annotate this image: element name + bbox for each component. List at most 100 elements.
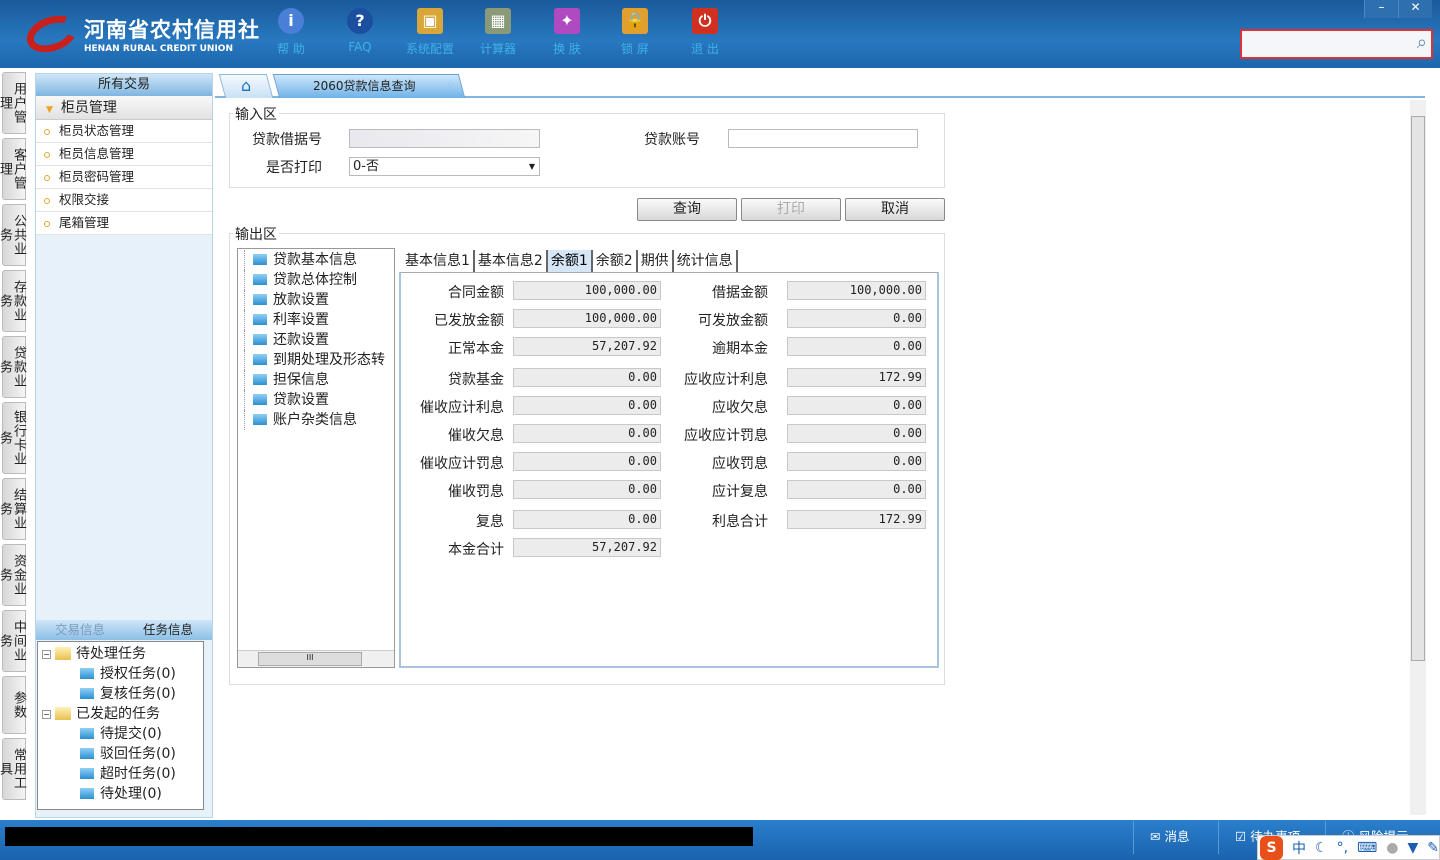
sidebar-item[interactable]: 权限交接 — [36, 189, 212, 212]
toolbar-help-button[interactable]: ? FAQ — [330, 8, 390, 54]
home-icon: ⌂ — [240, 76, 252, 95]
wrench-icon[interactable]: ✎ — [1427, 840, 1439, 856]
input-legend: 输入区 — [233, 104, 279, 124]
output-tab-2[interactable]: 余额1 — [547, 250, 593, 272]
vtab-6[interactable]: 结算业务 — [0, 478, 26, 540]
field-label: 应计复息 — [712, 484, 768, 500]
search-input[interactable]: ⌕ — [1240, 29, 1433, 59]
output-tree-item[interactable]: 贷款基本信息 — [244, 250, 388, 270]
loan-no-label: 贷款借据号 — [252, 132, 322, 148]
output-tree-item[interactable]: 贷款总体控制 — [244, 270, 388, 290]
output-tree-item[interactable]: 担保信息 — [244, 370, 388, 390]
messages-button[interactable]: ✉ 消息 — [1133, 820, 1213, 854]
sidebar-item[interactable]: 尾箱管理 — [36, 212, 212, 235]
ime-lang[interactable]: 中 — [1292, 838, 1306, 858]
task-item[interactable]: 授权任务(0) — [42, 664, 199, 684]
keyboard-icon[interactable]: ⌨ — [1357, 840, 1377, 856]
task-group[interactable]: − 已发起的任务 — [42, 704, 199, 724]
vtab-0[interactable]: 用户管理 — [0, 72, 26, 134]
vtab-2[interactable]: 公共业务 — [0, 204, 26, 266]
vtab-1[interactable]: 客户管理 — [0, 138, 26, 200]
toolbar-power-button[interactable]: ⏻ 退 出 — [675, 8, 735, 57]
output-tree-item[interactable]: 还款设置 — [244, 330, 388, 350]
print-button[interactable]: 打印 — [741, 198, 841, 221]
tab-home[interactable]: ⌂ — [218, 74, 274, 98]
info-icon: i — [278, 8, 304, 34]
shirt-icon[interactable]: ▼ — [1407, 840, 1418, 856]
close-button[interactable]: ✕ — [1398, 0, 1432, 18]
input-section — [229, 113, 945, 188]
horizontal-scrollbar[interactable]: III — [238, 650, 394, 667]
task-item[interactable]: 驳回任务(0) — [42, 744, 199, 764]
toolbar-info-button[interactable]: i 帮 助 — [261, 8, 321, 57]
toolbar-calculator-button[interactable]: ▦ 计算器 — [468, 8, 528, 57]
output-tree-item[interactable]: 放款设置 — [244, 290, 388, 310]
field-value: 0.00 — [787, 452, 926, 471]
messages-label: 消息 — [1164, 829, 1190, 844]
loan-account-input[interactable] — [728, 129, 918, 148]
group-teller-management[interactable]: ▼ 柜员管理 — [36, 96, 212, 120]
search-icon[interactable]: ⌕ — [1417, 32, 1427, 53]
loan-no-input[interactable] — [349, 129, 540, 148]
toolbar-skin-shirt-button[interactable]: ✦ 换 肤 — [537, 8, 597, 57]
sidebar-item-label: 柜员信息管理 — [59, 146, 135, 161]
cancel-button[interactable]: 取消 — [845, 198, 945, 221]
task-group[interactable]: − 待处理任务 — [42, 644, 199, 664]
tab-task-info[interactable]: 任务信息 — [124, 620, 212, 640]
print-label: 是否打印 — [266, 160, 322, 176]
output-tree-item[interactable]: 账户杂类信息 — [244, 410, 388, 430]
query-button[interactable]: 查询 — [637, 198, 737, 221]
field-value: 0.00 — [513, 480, 661, 499]
sogou-logo-icon: S — [1260, 835, 1284, 860]
output-tab-5[interactable]: 统计信息 — [674, 250, 738, 272]
task-item[interactable]: 超时任务(0) — [42, 764, 199, 784]
task-item[interactable]: 待处理(0) — [42, 784, 199, 804]
tab-loan-query[interactable]: 2060贷款信息查询 × — [272, 74, 466, 98]
sidebar-item[interactable]: 柜员状态管理 — [36, 120, 212, 143]
task-item[interactable]: 复核任务(0) — [42, 684, 199, 704]
field-value: 100,000.00 — [513, 281, 661, 300]
collapse-icon[interactable]: − — [42, 710, 51, 719]
sidebar-item[interactable]: 柜员信息管理 — [36, 143, 212, 166]
loan-account-label: 贷款账号 — [644, 132, 700, 148]
collapse-icon[interactable]: − — [42, 650, 51, 659]
output-tab-4[interactable]: 期供 — [638, 250, 674, 272]
vtab-8[interactable]: 中间业务 — [0, 610, 26, 672]
vtab-10[interactable]: 常用工具 — [0, 738, 26, 800]
field-label: 催收应计利息 — [420, 400, 504, 416]
vtab-9[interactable]: 参数 — [2, 676, 26, 734]
task-item[interactable]: 待提交(0) — [42, 724, 199, 744]
toolbar-lock-button[interactable]: 🔒 锁 屏 — [605, 8, 665, 57]
output-tree-item[interactable]: 利率设置 — [244, 310, 388, 330]
vtab-5[interactable]: 银行卡业务 — [0, 402, 26, 474]
sidebar-item-label: 柜员状态管理 — [59, 123, 135, 138]
user-icon[interactable]: ● — [1386, 840, 1398, 856]
folder-icon — [253, 374, 267, 385]
folder-icon — [80, 788, 94, 799]
output-tree-item[interactable]: 到期处理及形态转 — [244, 350, 388, 370]
toolbox-icon: ▣ — [417, 8, 443, 34]
sidebar-item[interactable]: 柜员密码管理 — [36, 166, 212, 189]
field-label: 贷款基金 — [448, 372, 504, 388]
field-value: 0.00 — [787, 309, 926, 328]
print-select[interactable]: 0-否 ▼ — [349, 157, 540, 176]
output-tab-3[interactable]: 余额2 — [593, 250, 638, 272]
toolbar-toolbox-button[interactable]: ▣ 系统配置 — [400, 8, 460, 57]
vtab-4[interactable]: 贷款业务 — [0, 336, 26, 398]
ime-toolbar[interactable]: S 中 ☾ °, ⌨ ● ▼ ✎ — [1257, 835, 1440, 860]
scrollbar-thumb[interactable] — [1411, 116, 1425, 661]
vtab-3[interactable]: 存款业务 — [0, 270, 26, 332]
output-tab-0[interactable]: 基本信息1 — [402, 250, 475, 272]
vertical-scrollbar[interactable] — [1410, 100, 1426, 815]
tree-item-label: 账户杂类信息 — [273, 412, 357, 428]
minimize-button[interactable]: – — [1364, 0, 1398, 18]
tab-close-icon[interactable]: × — [446, 75, 456, 97]
output-tree-item[interactable]: 贷款设置 — [244, 390, 388, 410]
field-value: 0.00 — [513, 424, 661, 443]
punctuation-icon[interactable]: °, — [1337, 840, 1348, 856]
vtab-7[interactable]: 资金业务 — [0, 544, 26, 606]
moon-icon[interactable]: ☾ — [1315, 840, 1328, 856]
output-tab-1[interactable]: 基本信息2 — [475, 250, 548, 272]
tab-transaction-info[interactable]: 交易信息 — [36, 620, 124, 640]
folder-icon — [80, 688, 94, 699]
